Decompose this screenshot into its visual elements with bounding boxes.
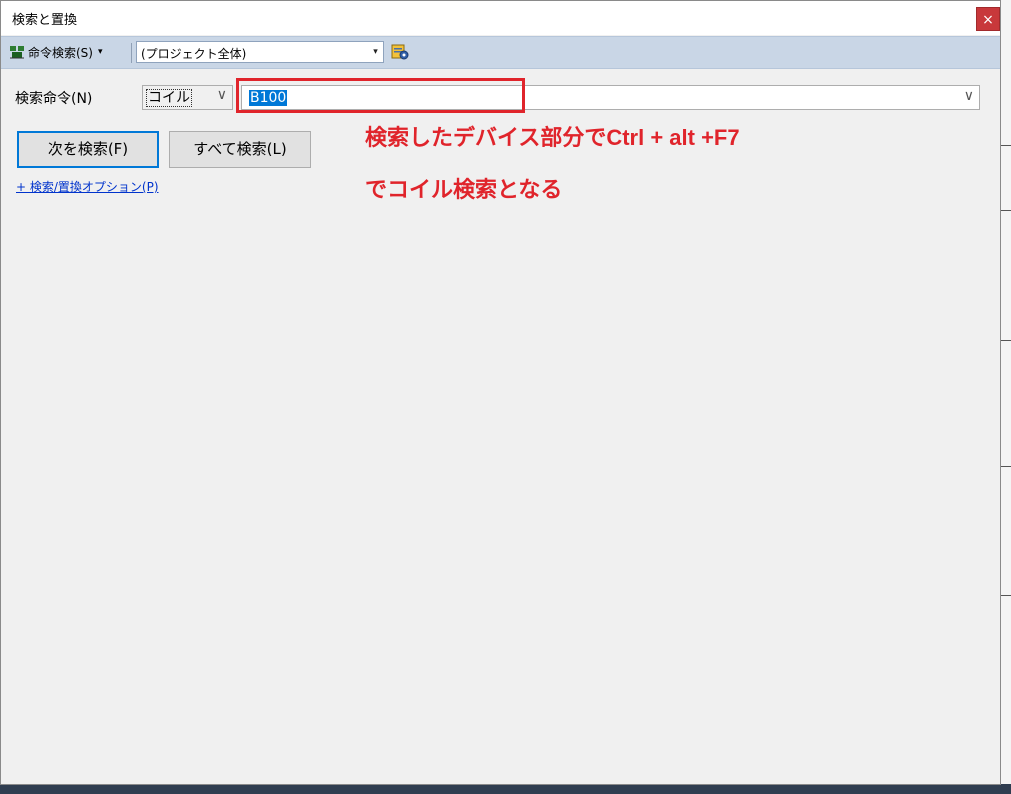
search-replace-options-link[interactable]: + 検索/置換オプション(P) bbox=[16, 178, 159, 195]
instruction-type-select[interactable]: コイル ∨ bbox=[142, 85, 233, 110]
window-title: 検索と置換 bbox=[12, 13, 78, 28]
instruction-search-icon bbox=[9, 44, 25, 60]
search-scope-select[interactable]: (プロジェクト全体) ▾ bbox=[136, 41, 384, 63]
annotation-highlight-box bbox=[236, 78, 525, 113]
search-instruction-label: 検索命令(N) bbox=[15, 91, 93, 107]
search-scope-value: (プロジェクト全体) bbox=[141, 47, 247, 61]
toolbar: 命令検索(S) ▾ (プロジェクト全体) ▾ bbox=[1, 36, 1000, 69]
chevron-down-icon[interactable]: ∨ bbox=[964, 88, 974, 104]
close-button[interactable]: × bbox=[976, 7, 1000, 31]
annotation-text-line-2: でコイル検索となる bbox=[365, 177, 563, 202]
find-all-button[interactable]: すべて検索(L) bbox=[169, 131, 311, 168]
search-mode-label: 命令検索(S) bbox=[28, 45, 93, 60]
dialog-content: 検索命令(N) コイル ∨ B100 ∨ 次を検索(F) すべて検索(L) + … bbox=[1, 68, 1000, 784]
search-mode-button[interactable]: 命令検索(S) ▾ bbox=[9, 42, 103, 62]
annotation-text-line-1: 検索したデバイス部分でCtrl + alt +F7 bbox=[365, 125, 740, 150]
chevron-down-icon: ▾ bbox=[97, 47, 103, 57]
title-bar[interactable]: 検索と置換 × bbox=[1, 1, 1000, 35]
search-replace-dialog: 検索と置換 × 命令検索(S) ▾ (プロジェクト全体) ▾ 検索命令(N) コ… bbox=[0, 0, 1001, 785]
chevron-down-icon[interactable]: ∨ bbox=[217, 87, 227, 103]
background-window-right bbox=[1000, 0, 1011, 794]
find-next-button[interactable]: 次を検索(F) bbox=[17, 131, 159, 168]
toolbar-separator bbox=[131, 43, 132, 63]
scope-settings-icon[interactable] bbox=[391, 43, 409, 61]
background-window-bottom bbox=[0, 784, 1011, 794]
chevron-down-icon[interactable]: ▾ bbox=[368, 42, 383, 62]
instruction-type-value: コイル bbox=[146, 89, 192, 107]
